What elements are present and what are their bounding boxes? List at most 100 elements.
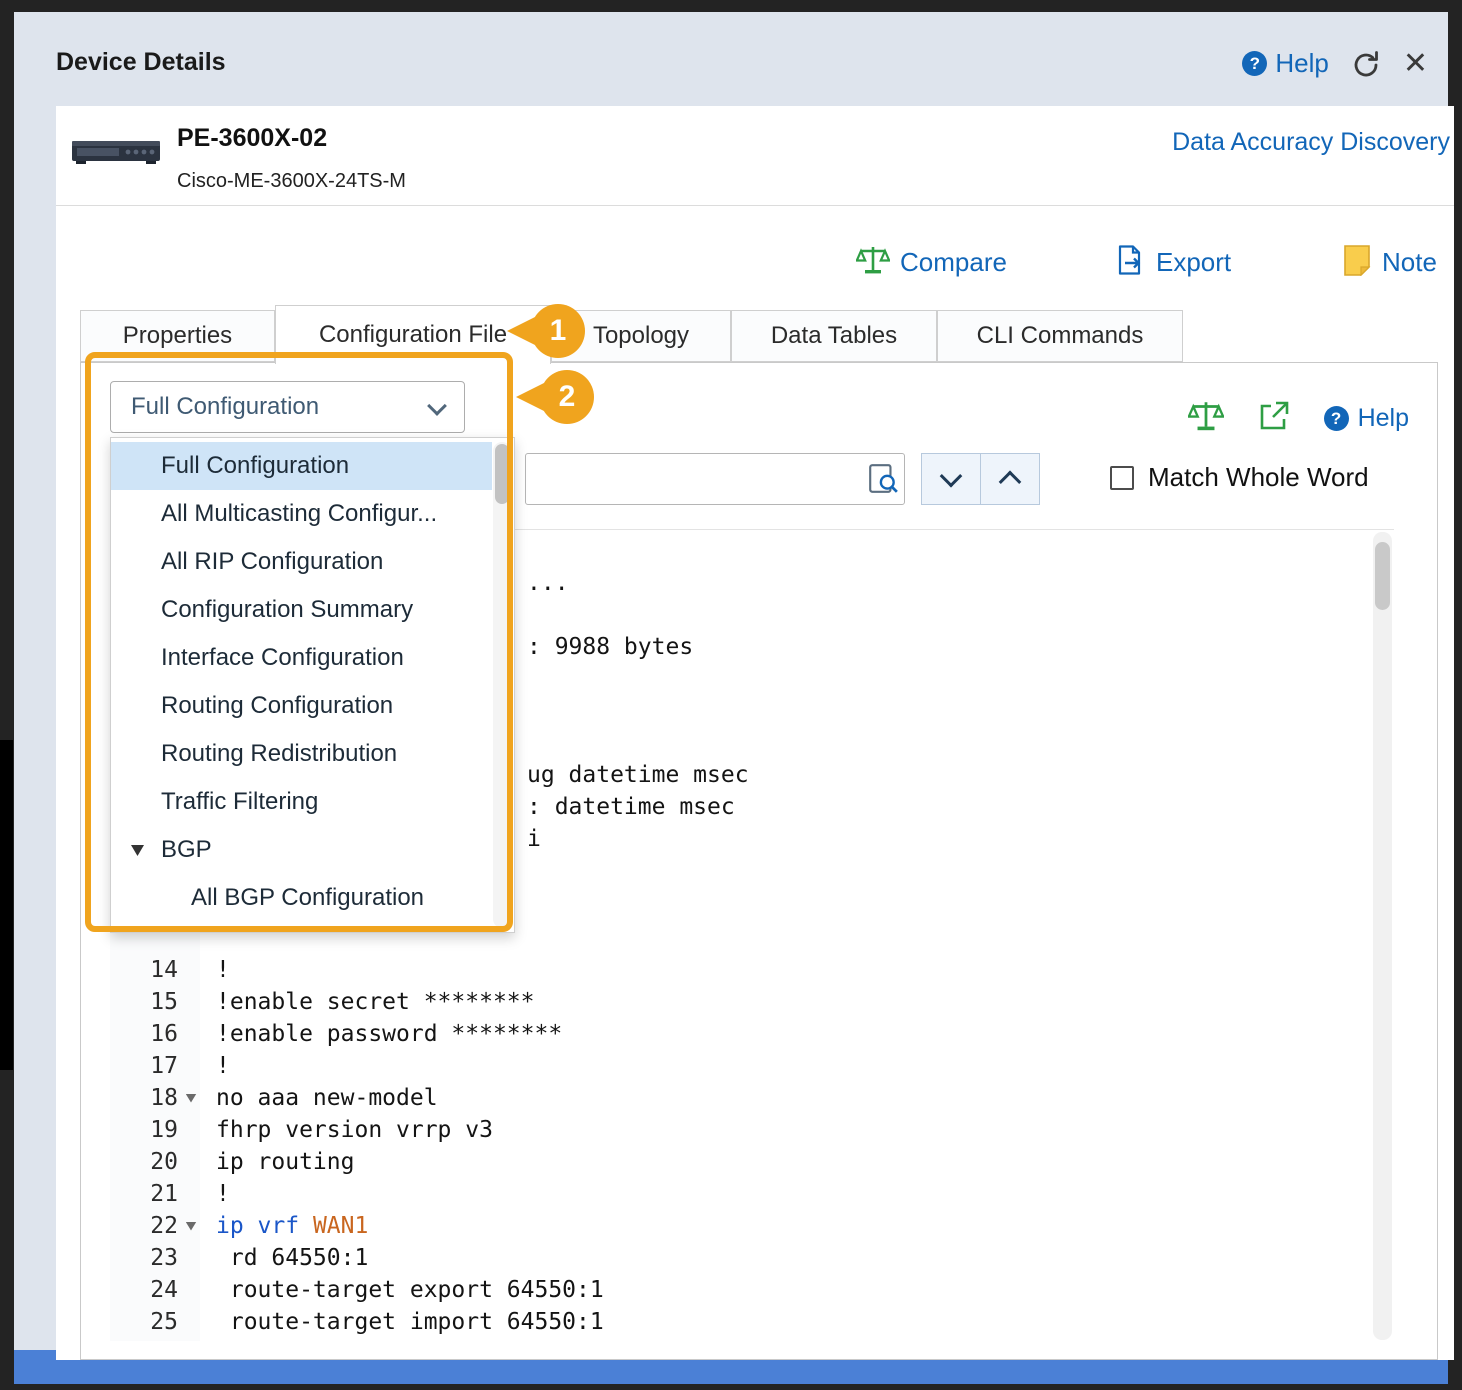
note-icon <box>1342 244 1372 281</box>
tab-cli-commands[interactable]: CLI Commands <box>937 310 1183 362</box>
line-number: 21 <box>110 1181 178 1207</box>
dropdown-item-label: Traffic Filtering <box>161 788 318 816</box>
code-line: 21! <box>110 1178 1394 1210</box>
code-lines: 14!15!enable secret ********16!enable pa… <box>110 954 1394 1338</box>
compare-scale-icon <box>856 244 890 281</box>
dropdown-scrollbar[interactable] <box>493 442 511 928</box>
help-icon: ? <box>1324 406 1349 431</box>
configuration-file-panel: Full Configuration <box>80 362 1438 1360</box>
tab-data-tables[interactable]: Data Tables <box>731 310 937 362</box>
code-fragment: ug datetime msec <box>527 762 749 788</box>
help-icon: ? <box>1242 51 1267 76</box>
code-line: 24 route-target export 64550:1 <box>110 1274 1394 1306</box>
dropdown-item-label: Configuration Summary <box>161 596 413 624</box>
code-text: !enable password ******** <box>216 1021 562 1047</box>
dropdown-item[interactable]: Routing Configuration <box>111 682 492 730</box>
desktop-edge <box>0 740 13 1070</box>
line-number: 25 <box>110 1309 178 1335</box>
code-text: route-target export 64550:1 <box>216 1277 604 1303</box>
line-number: 24 <box>110 1277 178 1303</box>
open-in-new-icon[interactable] <box>1258 400 1290 437</box>
annotation-badge-2: 2 <box>540 370 594 424</box>
code-line: 14! <box>110 954 1394 986</box>
config-scope-dropdown[interactable]: Full Configuration <box>110 381 465 433</box>
chevron-up-icon <box>999 471 1022 494</box>
dropdown-item-label: Routing Configuration <box>161 692 393 720</box>
device-model: Cisco-ME-3600X-24TS-M <box>177 170 406 193</box>
dropdown-item[interactable]: All Multicasting Configur... <box>111 490 492 538</box>
code-line: 19 fhrp version vrrp v3 <box>110 1114 1394 1146</box>
device-card: PE-3600X-02 Cisco-ME-3600X-24TS-M Data A… <box>56 106 1454 1360</box>
code-line: 23 rd 64550:1 <box>110 1242 1394 1274</box>
tree-collapse-icon[interactable] <box>131 845 144 856</box>
code-text: fhrp version vrrp v3 <box>216 1117 493 1143</box>
export-icon <box>1114 244 1146 281</box>
code-line: 18 no aaa new-model <box>110 1082 1394 1114</box>
collapse-toggle-icon[interactable] <box>178 1094 204 1103</box>
dialog-title: Device Details <box>56 48 226 77</box>
dropdown-item-label: Routing Redistribution <box>161 740 397 768</box>
line-number: 17 <box>110 1053 178 1079</box>
line-number: 15 <box>110 989 178 1015</box>
data-accuracy-discovery-link[interactable]: Data Accuracy Discovery <box>1172 128 1450 157</box>
compare-config-icon[interactable] <box>1188 399 1224 438</box>
device-name: PE-3600X-02 <box>177 124 327 153</box>
dropdown-item[interactable]: Configuration Summary <box>111 586 492 634</box>
note-label: Note <box>1382 247 1437 278</box>
code-fragment: ... <box>527 570 569 596</box>
code-line: 17! <box>110 1050 1394 1082</box>
code-text: no aaa new-model <box>216 1085 438 1111</box>
code-scrollbar-thumb[interactable] <box>1375 542 1390 610</box>
close-icon[interactable]: ✕ <box>1403 49 1428 79</box>
code-line: 15!enable secret ******** <box>110 986 1394 1018</box>
tab-properties[interactable]: Properties <box>80 310 275 362</box>
panel-help-link[interactable]: ? Help <box>1324 404 1409 433</box>
code-text: ip vrf WAN1 <box>216 1213 368 1239</box>
code-fragment: i <box>527 826 541 852</box>
match-whole-word-checkbox[interactable] <box>1110 466 1134 490</box>
dropdown-item-label: Full Configuration <box>161 452 349 480</box>
line-number: 22 <box>110 1213 178 1239</box>
code-text: ! <box>216 1053 230 1079</box>
export-button[interactable]: Export <box>1114 244 1231 281</box>
dropdown-item[interactable]: All BGP Configuration <box>111 874 492 922</box>
line-number: 14 <box>110 957 178 983</box>
dropdown-item[interactable]: Traffic Filtering <box>111 778 492 826</box>
dropdown-item-label: Interface Configuration <box>161 644 404 672</box>
refresh-icon[interactable] <box>1351 49 1381 79</box>
dropdown-item-label: All Multicasting Configur... <box>161 500 437 528</box>
find-next-button[interactable] <box>921 453 981 505</box>
code-text: ! <box>216 1181 230 1207</box>
line-number: 18 <box>110 1085 178 1111</box>
code-text: ip routing <box>216 1149 354 1175</box>
annotation-badge-1: 1 <box>531 304 585 358</box>
compare-button[interactable]: Compare <box>856 244 1007 281</box>
code-line: 25 route-target import 64550:1 <box>110 1306 1394 1338</box>
header-help-link[interactable]: ? Help <box>1242 48 1328 79</box>
collapse-toggle-icon[interactable] <box>178 1222 204 1231</box>
dropdown-scrollbar-thumb[interactable] <box>495 444 509 504</box>
code-line: 22 ip vrf WAN1 <box>110 1210 1394 1242</box>
help-label: Help <box>1275 48 1328 79</box>
chevron-down-icon <box>427 396 447 416</box>
dropdown-item[interactable]: All RIP Configuration <box>111 538 492 586</box>
code-text: rd 64550:1 <box>216 1245 368 1271</box>
note-button[interactable]: Note <box>1342 244 1437 281</box>
dropdown-item[interactable]: Interface Configuration <box>111 634 492 682</box>
divider <box>56 205 1454 206</box>
line-number: 19 <box>110 1117 178 1143</box>
code-line: 16!enable password ******** <box>110 1018 1394 1050</box>
dropdown-item-label: All BGP Configuration <box>191 884 424 912</box>
dropdown-item[interactable]: BGP <box>111 826 492 874</box>
dropdown-item[interactable]: Routing Redistribution <box>111 730 492 778</box>
code-text: ! <box>216 957 230 983</box>
search-input[interactable] <box>525 453 905 505</box>
dropdown-item[interactable]: Full Configuration <box>111 442 492 490</box>
find-previous-button[interactable] <box>980 453 1040 505</box>
code-line: 20 ip routing <box>110 1146 1394 1178</box>
code-scrollbar[interactable] <box>1373 532 1392 1340</box>
dropdown-item-label: All RIP Configuration <box>161 548 383 576</box>
code-fragment: : 9988 bytes <box>527 634 693 660</box>
code-fragment: : datetime msec <box>527 794 735 820</box>
line-number: 20 <box>110 1149 178 1175</box>
